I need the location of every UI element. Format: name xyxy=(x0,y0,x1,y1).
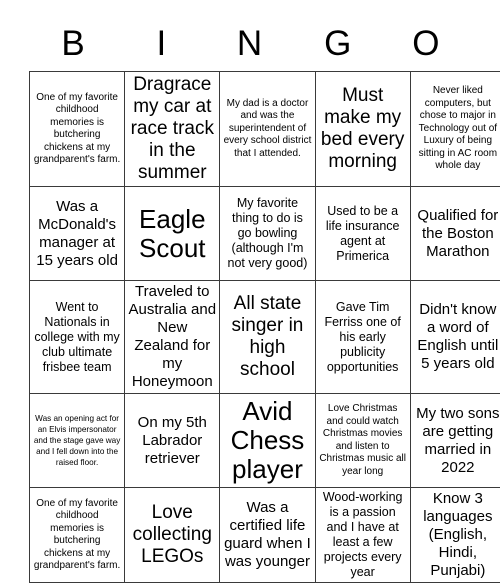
bingo-cell-n2[interactable]: My favorite thing to do is go bowling (a… xyxy=(220,187,315,281)
bingo-cell-b3[interactable]: Went to Nationals in college with my clu… xyxy=(30,281,125,394)
bingo-cell-text: Know 3 languages (English, Hindi, Punjab… xyxy=(414,490,500,580)
bingo-cell-o3[interactable]: Didn't know a word of English until 5 ye… xyxy=(410,281,500,394)
bingo-cell-text: One of my favorite childhood memories is… xyxy=(33,498,121,573)
bingo-cell-g1[interactable]: Must make my bed every morning xyxy=(315,72,410,187)
bingo-cell-g2[interactable]: Used to be a life insurance agent at Pri… xyxy=(315,187,410,281)
bingo-cell-text: Traveled to Australia and New Zealand fo… xyxy=(128,283,216,391)
bingo-card: B I N G O One of my favorite childhood m… xyxy=(29,0,470,583)
bingo-cell-g5[interactable]: Wood-working is a passion and I have at … xyxy=(315,488,410,583)
bingo-cell-i1[interactable]: Dragrace my car at race track in the sum… xyxy=(125,72,220,187)
bingo-cell-g4[interactable]: Love Christmas and could watch Christmas… xyxy=(315,394,410,488)
bingo-cell-o2[interactable]: Qualified for the Boston Marathon xyxy=(410,187,500,281)
bingo-cell-b4[interactable]: Was an opening act for an Elvis imperson… xyxy=(30,394,125,488)
bingo-cell-text: One of my favorite childhood memories is… xyxy=(33,92,121,167)
bingo-cell-text: Was an opening act for an Elvis imperson… xyxy=(33,413,121,468)
bingo-cell-i4[interactable]: On my 5th Labrador retriever xyxy=(125,394,220,488)
header-letter-i: I xyxy=(117,25,205,71)
bingo-cell-text: Used to be a life insurance agent at Pri… xyxy=(319,204,407,264)
bingo-header: B I N G O xyxy=(29,0,470,71)
bingo-cell-text: Qualified for the Boston Marathon xyxy=(414,207,500,261)
bingo-cell-text: Wood-working is a passion and I have at … xyxy=(319,490,407,580)
bingo-grid: One of my favorite childhood memories is… xyxy=(29,71,500,583)
header-letter-o: O xyxy=(382,25,470,71)
bingo-row: Was an opening act for an Elvis imperson… xyxy=(30,394,500,488)
bingo-row: One of my favorite childhood memories is… xyxy=(30,488,500,583)
bingo-cell-text: My favorite thing to do is go bowling (a… xyxy=(223,196,311,271)
bingo-cell-o5[interactable]: Know 3 languages (English, Hindi, Punjab… xyxy=(410,488,500,583)
header-letter-g: G xyxy=(294,25,382,71)
header-letter-n: N xyxy=(205,25,293,71)
header-letter-b: B xyxy=(29,25,117,71)
bingo-cell-n1[interactable]: My dad is a doctor and was the superinte… xyxy=(220,72,315,187)
bingo-cell-b5[interactable]: One of my favorite childhood memories is… xyxy=(30,488,125,583)
bingo-cell-n5[interactable]: Was a certified life guard when I was yo… xyxy=(220,488,315,583)
bingo-cell-text: Love Christmas and could watch Christmas… xyxy=(319,403,407,478)
bingo-row: One of my favorite childhood memories is… xyxy=(30,72,500,187)
bingo-cell-text: Dragrace my car at race track in the sum… xyxy=(128,74,216,184)
bingo-cell-g3[interactable]: Gave Tim Ferriss one of his early public… xyxy=(315,281,410,394)
bingo-cell-text: Was a certified life guard when I was yo… xyxy=(223,499,311,571)
bingo-cell-n4[interactable]: Avid Chess player xyxy=(220,394,315,488)
bingo-cell-text: All state singer in high school xyxy=(223,293,311,381)
bingo-cell-text: Love collecting LEGOs xyxy=(128,502,216,568)
bingo-cell-b1[interactable]: One of my favorite childhood memories is… xyxy=(30,72,125,187)
bingo-cell-text: Eagle Scout xyxy=(128,205,216,263)
bingo-cell-text: Must make my bed every morning xyxy=(319,85,407,173)
bingo-cell-text: Avid Chess player xyxy=(223,397,311,484)
bingo-cell-n3[interactable]: All state singer in high school xyxy=(220,281,315,394)
bingo-cell-text: Never liked computers, but chose to majo… xyxy=(414,85,500,173)
bingo-row: Was a McDonald's manager at 15 years old… xyxy=(30,187,500,281)
bingo-cell-i3[interactable]: Traveled to Australia and New Zealand fo… xyxy=(125,281,220,394)
bingo-cell-text: Gave Tim Ferriss one of his early public… xyxy=(319,300,407,375)
bingo-row: Went to Nationals in college with my clu… xyxy=(30,281,500,394)
bingo-cell-o4[interactable]: My two sons are getting married in 2022 xyxy=(410,394,500,488)
bingo-cell-i5[interactable]: Love collecting LEGOs xyxy=(125,488,220,583)
bingo-cell-text: Didn't know a word of English until 5 ye… xyxy=(414,301,500,373)
bingo-cell-text: My dad is a doctor and was the superinte… xyxy=(223,98,311,161)
bingo-cell-text: Went to Nationals in college with my clu… xyxy=(33,300,121,375)
bingo-cell-text: Was a McDonald's manager at 15 years old xyxy=(33,198,121,270)
bingo-cell-text: On my 5th Labrador retriever xyxy=(128,414,216,468)
bingo-cell-text: My two sons are getting married in 2022 xyxy=(414,405,500,477)
bingo-cell-o1[interactable]: Never liked computers, but chose to majo… xyxy=(410,72,500,187)
bingo-cell-b2[interactable]: Was a McDonald's manager at 15 years old xyxy=(30,187,125,281)
bingo-cell-i2[interactable]: Eagle Scout xyxy=(125,187,220,281)
